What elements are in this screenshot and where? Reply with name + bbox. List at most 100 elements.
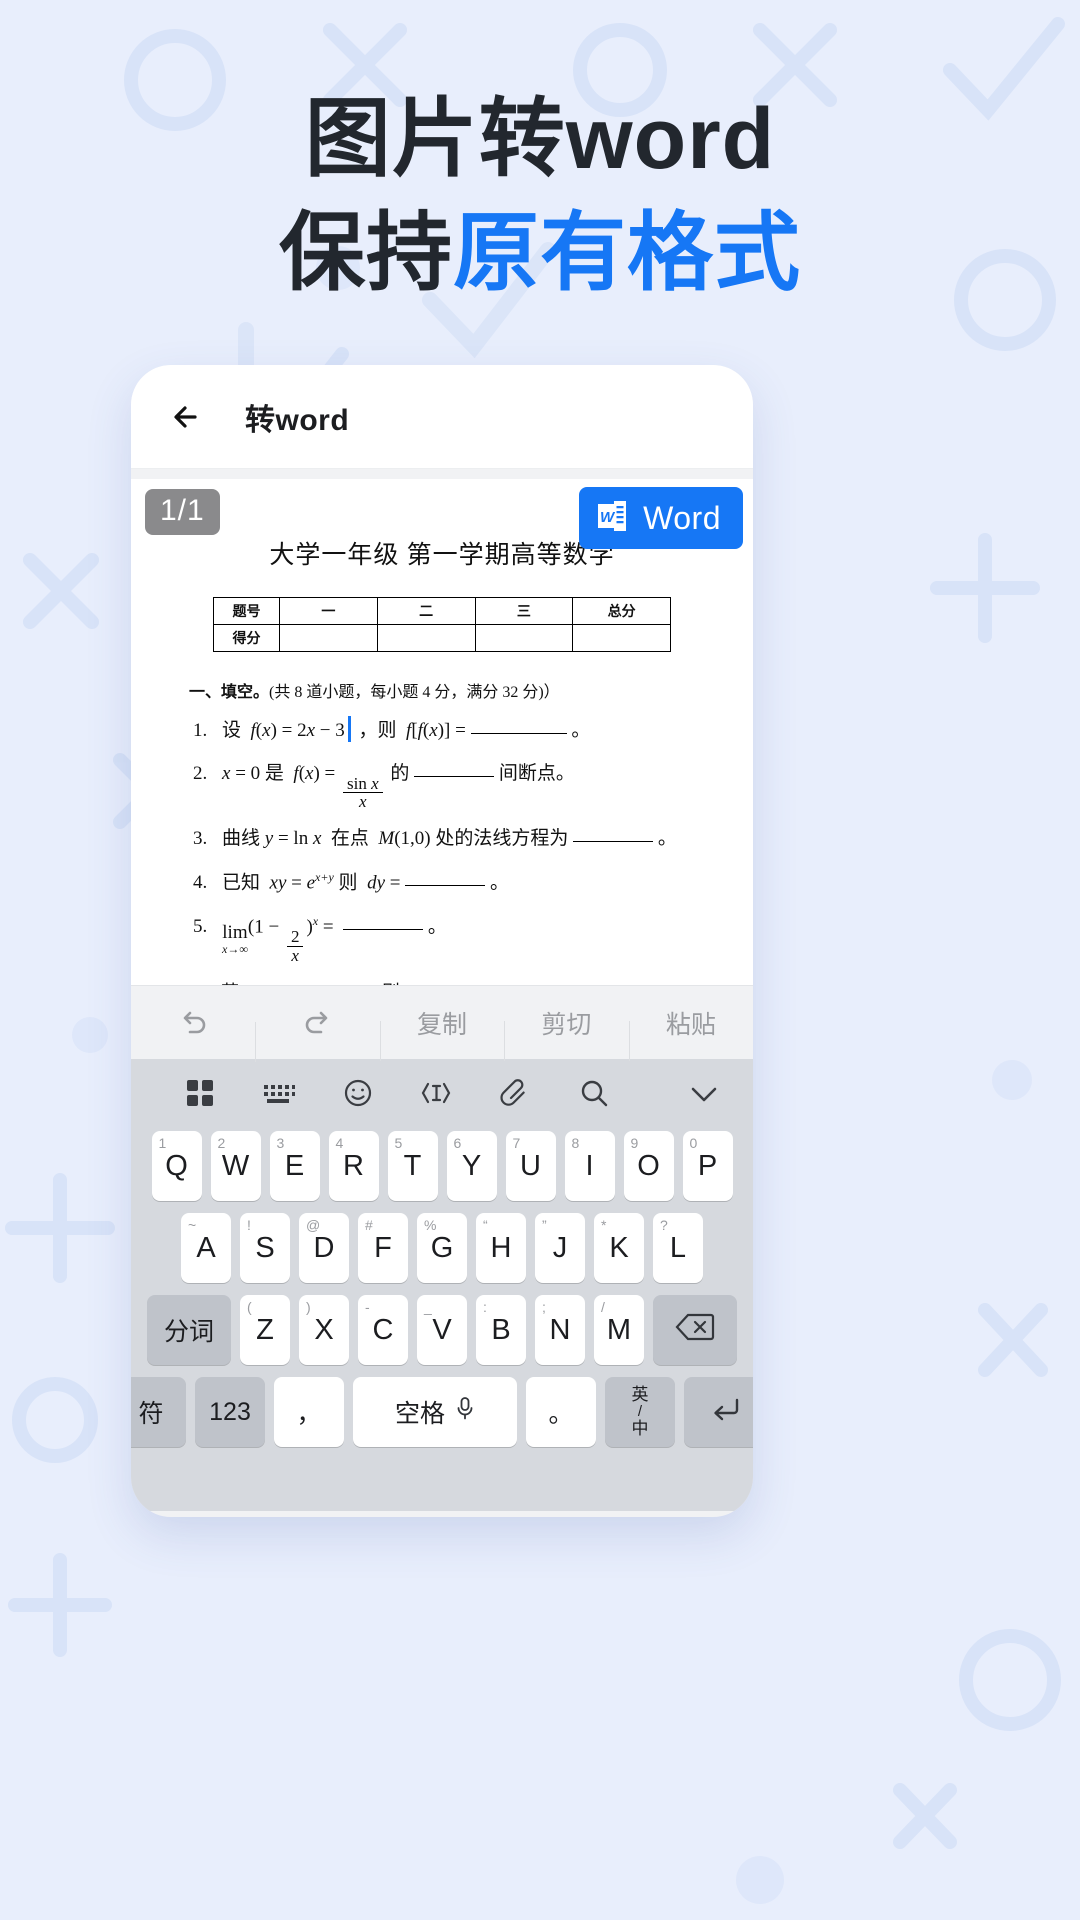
key-v[interactable]: _ V	[417, 1295, 467, 1365]
key-numbers[interactable]: 123	[195, 1377, 265, 1447]
key-alt: ?	[660, 1217, 668, 1233]
key-label: U	[520, 1149, 541, 1182]
question-number: 6.	[193, 982, 207, 985]
question-number: 1.	[193, 720, 208, 741]
key-enter[interactable]	[684, 1377, 753, 1447]
key-k[interactable]: * K	[594, 1213, 644, 1283]
key-z[interactable]: (Z	[240, 1295, 290, 1365]
keyboard-row-3: 分词 (Z ) X -C _ V :B ; N / M	[131, 1295, 753, 1365]
key-label: O	[637, 1149, 660, 1182]
key-s[interactable]: ! S	[240, 1213, 290, 1283]
paste-button[interactable]: 粘贴	[628, 1005, 753, 1061]
chevron-down-icon[interactable]	[633, 1076, 723, 1115]
key-r[interactable]: 4R	[328, 1131, 379, 1201]
key-o[interactable]: 9O	[623, 1131, 674, 1201]
section-heading-bold: 一、填空。	[189, 684, 270, 701]
table-cell: 题号	[213, 597, 280, 625]
key-label: Y	[461, 1149, 482, 1182]
table-cell	[572, 624, 671, 652]
keyboard-row-2: ~ A ! S @ D # F % G “H ” J * K ? L	[131, 1213, 753, 1283]
question-number: 4.	[193, 872, 208, 894]
key-u[interactable]: 7U	[505, 1131, 556, 1201]
key-language-toggle[interactable]: 英 / 中	[605, 1377, 675, 1447]
emoji-icon[interactable]	[318, 1076, 397, 1115]
key-word-segment[interactable]: 分词	[147, 1295, 231, 1365]
table-cell	[279, 624, 378, 652]
key-e[interactable]: 3E	[269, 1131, 320, 1201]
redo-button[interactable]	[255, 1006, 379, 1062]
key-alt: !	[247, 1217, 251, 1233]
key-a[interactable]: ~ A	[181, 1213, 231, 1283]
key-alt: )	[306, 1299, 311, 1315]
key-c[interactable]: -C	[358, 1295, 408, 1365]
key-language-lower: 中	[631, 1418, 649, 1438]
key-w[interactable]: 2W	[210, 1131, 261, 1201]
key-g[interactable]: % G	[417, 1213, 467, 1283]
key-alt: 0	[689, 1135, 698, 1151]
key-alt: -	[365, 1299, 370, 1315]
key-period[interactable]: 。	[526, 1377, 596, 1447]
table-cell: 三	[474, 597, 574, 625]
key-backspace[interactable]	[653, 1295, 737, 1365]
key-label: E	[284, 1149, 305, 1182]
key-p[interactable]: 0P	[682, 1131, 733, 1201]
section-heading: 一、填空。(共 8 道小题，每小题 4 分，满分 32 分)）	[189, 678, 709, 702]
question-2: 2. x = 0 是 f(x) = sin xx 的 间断点。	[193, 762, 575, 812]
word-badge-label: Word	[643, 499, 721, 536]
cut-button[interactable]: 剪切	[504, 1005, 628, 1061]
key-symbols[interactable]: 符	[131, 1377, 186, 1447]
grid-icon[interactable]	[161, 1076, 240, 1115]
key-d[interactable]: @ D	[299, 1213, 349, 1283]
key-label: I	[585, 1149, 594, 1182]
word-format-badge[interactable]: W Word	[579, 487, 743, 549]
key-q[interactable]: 1Q	[151, 1131, 202, 1201]
key-space-label: 空格	[394, 1400, 445, 1428]
table-row: 题号 一 二 三 总分	[213, 597, 671, 625]
keyboard-row-1: 1Q 2W 3E 4R 5T 6Y 7U 8I 9O 0P	[131, 1131, 753, 1201]
key-alt: (	[247, 1299, 252, 1315]
key-x[interactable]: ) X	[299, 1295, 349, 1365]
virtual-keyboard: 1Q 2W 3E 4R 5T 6Y 7U 8I 9O 0P ~ A ! S @ D #…	[131, 1059, 753, 1511]
key-alt: ~	[188, 1217, 197, 1233]
text-caret	[347, 716, 351, 742]
headline-line-2: 保持原有格式	[0, 200, 1080, 308]
key-j[interactable]: ” J	[535, 1213, 585, 1283]
question-number: 2.	[193, 762, 208, 784]
undo-button[interactable]	[131, 1006, 255, 1040]
copy-button[interactable]: 复制	[379, 1005, 504, 1061]
arrow-left-icon[interactable]	[165, 395, 209, 439]
keyboard-icon[interactable]	[240, 1076, 319, 1115]
score-table: 题号 一 二 三 总分 得分	[213, 597, 671, 652]
key-f[interactable]: # F	[358, 1213, 408, 1283]
key-n[interactable]: ; N	[535, 1295, 585, 1365]
key-y[interactable]: 6Y	[446, 1131, 497, 1201]
key-alt: _	[424, 1299, 432, 1315]
text-edit-icon[interactable]	[397, 1076, 476, 1115]
headline-line-2-plain: 保持	[279, 204, 453, 301]
table-cell: 得分	[213, 624, 280, 652]
clipboard-icon[interactable]	[476, 1076, 555, 1115]
key-comma[interactable]: ，	[274, 1377, 344, 1447]
key-label: T	[403, 1149, 422, 1182]
key-l[interactable]: ? L	[653, 1213, 703, 1283]
undo-icon	[176, 1007, 210, 1035]
key-alt: 2	[217, 1135, 226, 1151]
key-space[interactable]: 空格	[353, 1377, 517, 1447]
search-icon[interactable]	[554, 1076, 633, 1115]
promo-headline: 图片转word 保持原有格式	[0, 86, 1080, 307]
key-label: Q	[165, 1149, 188, 1182]
key-alt: :	[483, 1299, 487, 1315]
word-file-icon: W	[595, 499, 629, 538]
section-heading-rest: (共 8 道小题，每小题 4 分，满分 32 分)）	[269, 684, 560, 701]
document-preview[interactable]: 1/1 W Word 大学一年级 第一学期高等数学 题号 一 二 三 总分 得分…	[131, 479, 753, 985]
key-b[interactable]: :B	[476, 1295, 526, 1365]
question-number: 5.	[193, 915, 208, 937]
key-i[interactable]: 8I	[564, 1131, 615, 1201]
question-4: 4. 已知 xy = ex+y 则 dy = 。	[193, 869, 509, 894]
key-m[interactable]: / M	[594, 1295, 644, 1365]
page-title: 转word	[245, 403, 350, 437]
key-label: P	[697, 1149, 718, 1182]
key-h[interactable]: “H	[476, 1213, 526, 1283]
key-t[interactable]: 5T	[387, 1131, 438, 1201]
enter-icon	[709, 1394, 743, 1431]
